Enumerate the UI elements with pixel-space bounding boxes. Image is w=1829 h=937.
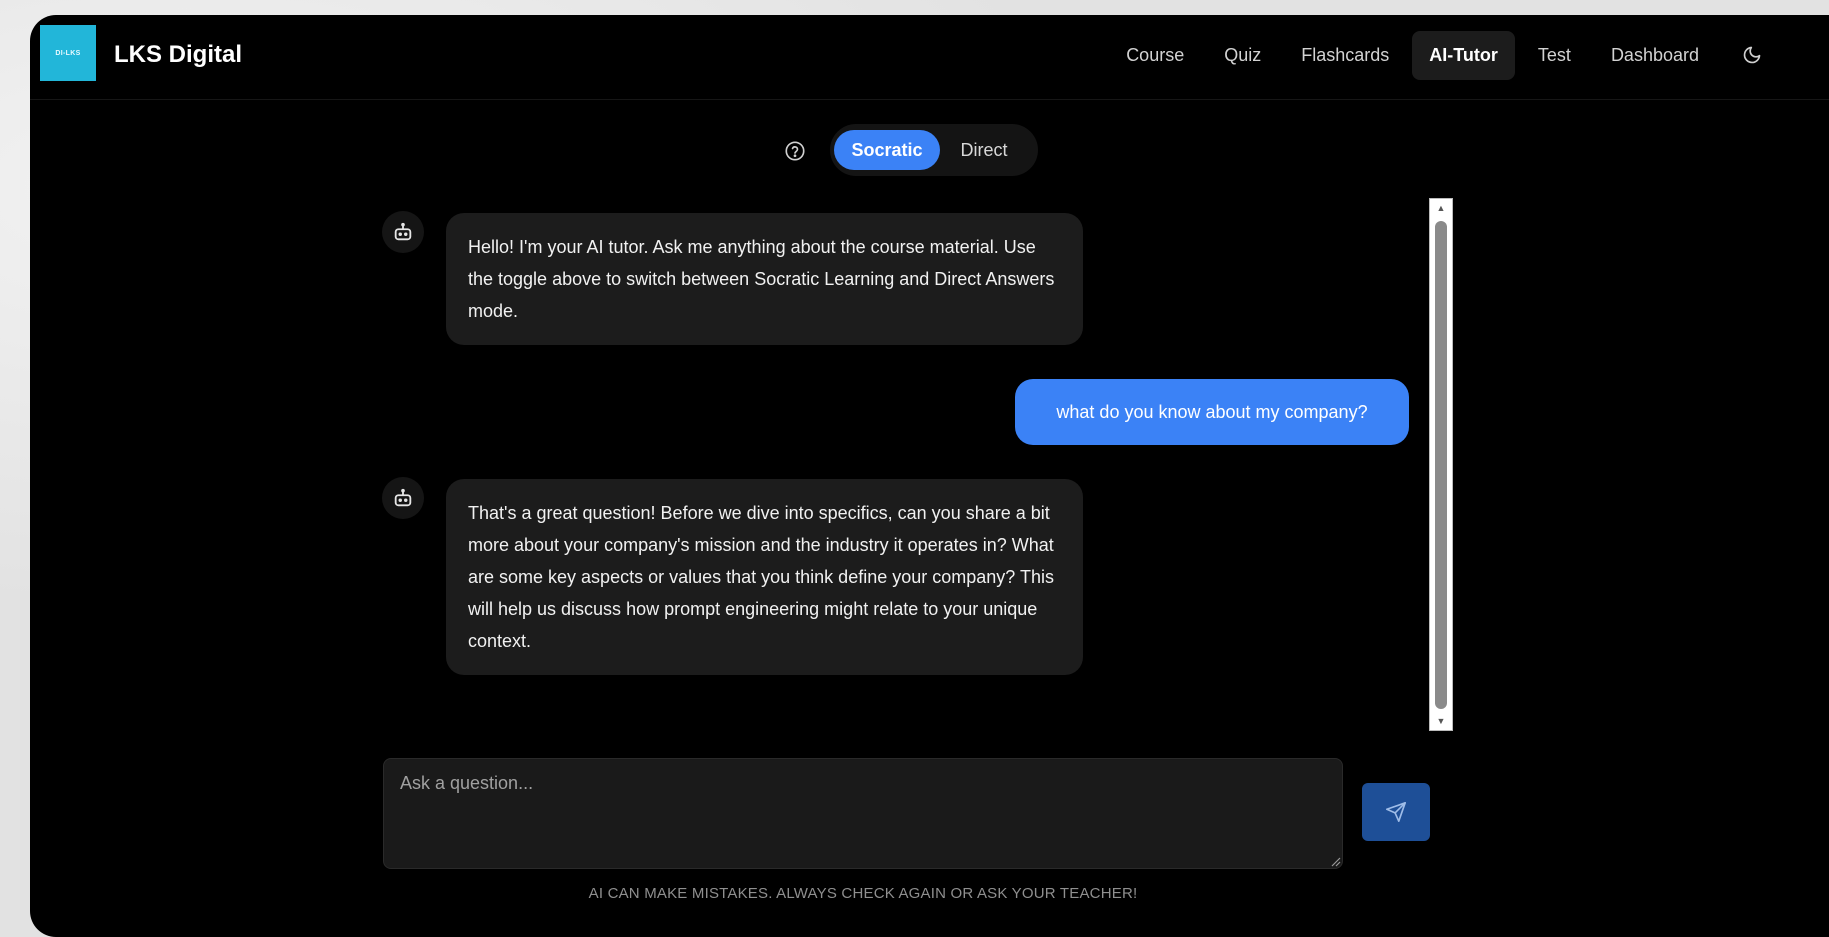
disclaimer-text: AI CAN MAKE MISTAKES. ALWAYS CHECK AGAIN… (588, 885, 1138, 902)
robot-icon (394, 488, 412, 507)
mode-toggle: Socratic Direct (830, 124, 1038, 176)
message-text: what do you know about my company? (1056, 401, 1368, 422)
scroll-thumb[interactable] (1435, 221, 1447, 709)
nav-test[interactable]: Test (1521, 31, 1588, 80)
assistant-avatar (382, 211, 424, 253)
logo[interactable]: DI-LKS (40, 25, 96, 81)
robot-icon (394, 222, 412, 241)
message-text: That's a great question! Before we dive … (468, 503, 1054, 651)
message-text: Hello! I'm your AI tutor. Ask me anythin… (468, 237, 1055, 321)
scroll-down-icon[interactable]: ▼ (1430, 712, 1452, 730)
logo-text: DI-LKS (55, 49, 81, 57)
nav-ai-tutor[interactable]: AI-Tutor (1412, 30, 1515, 80)
mode-socratic-button[interactable]: Socratic (834, 130, 940, 170)
question-input[interactable] (383, 758, 1343, 869)
scroll-up-icon[interactable]: ▲ (1430, 199, 1452, 217)
theme-toggle-button[interactable] (1730, 33, 1774, 77)
nav-course[interactable]: Course (1109, 31, 1201, 80)
send-button[interactable] (1362, 783, 1430, 841)
nav-flashcards[interactable]: Flashcards (1284, 31, 1406, 80)
help-button[interactable] (782, 138, 808, 164)
assistant-avatar (382, 477, 424, 519)
brand-name[interactable]: LKS Digital (114, 41, 242, 69)
main-nav: Course Quiz Flashcards AI-Tutor Test Das… (1109, 29, 1774, 81)
app-window: DI-LKS LKS Digital Course Quiz Flashcard… (30, 15, 1829, 937)
resize-grip-icon[interactable] (1329, 855, 1341, 867)
question-circle-icon (785, 141, 805, 161)
assistant-message: That's a great question! Before we dive … (446, 479, 1083, 675)
assistant-message: Hello! I'm your AI tutor. Ask me anythin… (446, 213, 1083, 345)
chat-scrollbar[interactable]: ▲ ▼ (1429, 198, 1453, 731)
nav-dashboard[interactable]: Dashboard (1594, 31, 1716, 80)
user-message: what do you know about my company? (1015, 379, 1409, 445)
top-navbar: DI-LKS LKS Digital Course Quiz Flashcard… (30, 15, 1829, 100)
send-icon (1386, 802, 1406, 822)
nav-quiz[interactable]: Quiz (1207, 31, 1278, 80)
mode-direct-button[interactable]: Direct (940, 130, 1028, 170)
moon-icon (1743, 46, 1761, 64)
